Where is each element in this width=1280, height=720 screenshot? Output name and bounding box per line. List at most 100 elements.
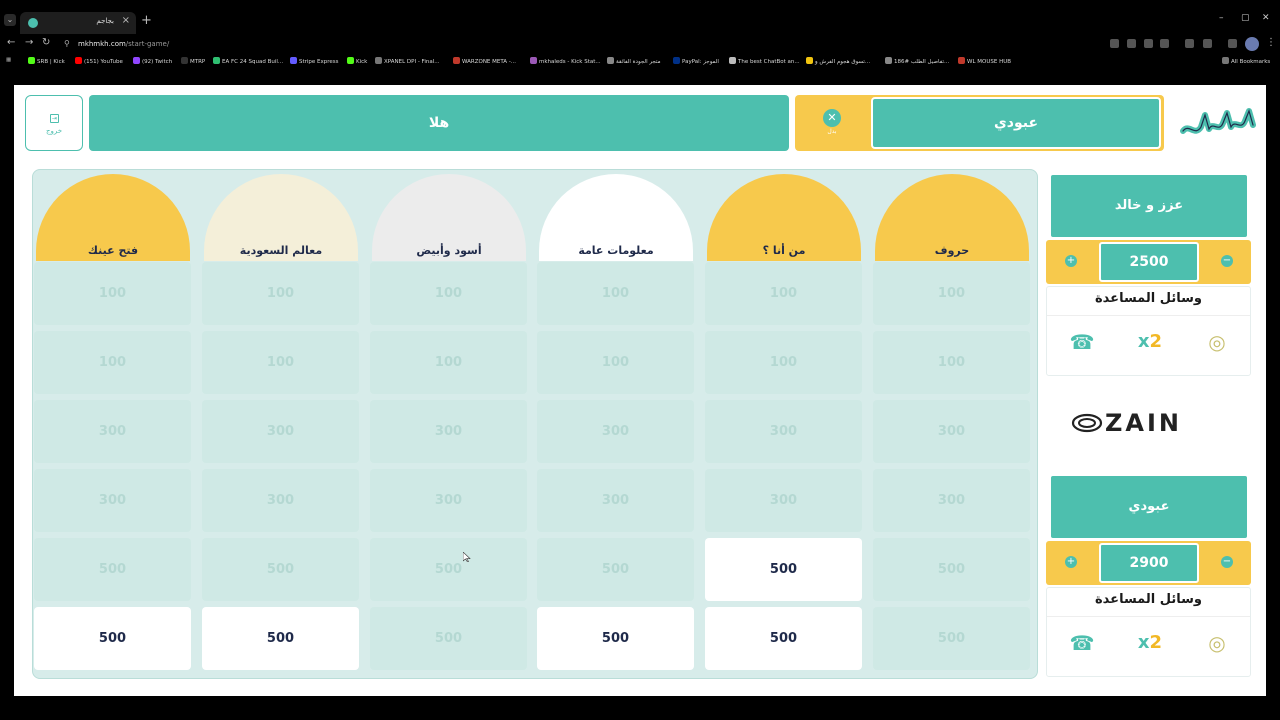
question-cell[interactable]: 500 [202, 607, 359, 670]
bookmark-link[interactable]: تفاصيل الطلب #186... [885, 57, 949, 65]
profile-avatar[interactable] [1245, 37, 1259, 51]
bookmark-favicon-icon [28, 57, 35, 64]
skip-question-icon[interactable]: ◎ [1202, 628, 1232, 658]
question-cell: 100 [34, 262, 191, 325]
url-host: mkhmkh.com [78, 40, 126, 48]
skip-question-icon[interactable]: ◎ [1202, 327, 1232, 357]
browser-menu-icon[interactable]: ⋮ [1266, 37, 1276, 48]
bookmark-favicon-icon [453, 57, 460, 64]
bookmark-favicon-icon [673, 57, 680, 64]
tab-search-icon[interactable]: ⌄ [4, 14, 16, 26]
team2-decrease-button[interactable]: − [1221, 556, 1233, 568]
tab-close-icon[interactable]: × [122, 15, 130, 26]
double-points-icon[interactable]: x2 [1135, 327, 1165, 357]
bookmark-link[interactable]: Stripe Express [290, 57, 339, 65]
bookmark-link[interactable]: (151) YouTube [75, 57, 123, 65]
question-cell: 100 [537, 331, 694, 394]
question-cell: 100 [370, 331, 527, 394]
question-cell: 500 [873, 538, 1030, 601]
extension-icon[interactable] [1110, 39, 1119, 48]
team1-increase-button[interactable]: + [1065, 255, 1077, 267]
question-cell: 300 [873, 469, 1030, 532]
team1-aids-title: وسائل المساعدة [1095, 291, 1202, 306]
question-cell: 500 [34, 538, 191, 601]
all-bookmarks-link[interactable]: All Bookmarks [1222, 57, 1270, 65]
category-title: أسود وأبيض [416, 244, 482, 257]
bookmark-favicon-icon [347, 57, 354, 64]
bookmark-link[interactable]: mkhaleds - Kick Stat... [530, 57, 601, 65]
bookmark-favicon-icon [290, 57, 297, 64]
bookmark-favicon-icon [607, 57, 614, 64]
bookmark-link[interactable]: The best ChatBot an... [729, 57, 800, 65]
bookmark-favicon-icon [729, 57, 736, 64]
team2-aids-panel: وسائل المساعدة ☎ x2 ◎ [1046, 587, 1251, 677]
bookmark-link[interactable]: SRB | Kick [28, 57, 65, 65]
question-cell: 300 [34, 400, 191, 463]
question-cell: 100 [34, 331, 191, 394]
question-cell: 500 [537, 538, 694, 601]
bookmarks-bar: ▦ All Bookmarks SRB | Kick (151) YouTube (… [0, 54, 1280, 70]
reload-icon[interactable]: ↻ [42, 37, 50, 48]
back-icon[interactable]: ← [7, 37, 15, 48]
extension-icon[interactable] [1228, 39, 1237, 48]
bookmark-link[interactable]: تسوق هجوم الفرش و... [806, 57, 870, 65]
question-cell[interactable]: 500 [34, 607, 191, 670]
bookmark-star-icon[interactable] [1160, 39, 1169, 48]
bookmark-link[interactable]: XPANEL DPI - Final... [375, 57, 439, 65]
bookmark-favicon-icon [75, 57, 82, 64]
bookmark-favicon-icon [213, 57, 220, 64]
site-info-icon[interactable]: ⚲ [64, 36, 70, 52]
question-cell[interactable]: 500 [705, 607, 862, 670]
question-cell[interactable]: 500 [705, 538, 862, 601]
zoom-icon[interactable] [1144, 39, 1153, 48]
apps-icon[interactable]: ▦ [6, 57, 11, 63]
team1-decrease-button[interactable]: − [1221, 255, 1233, 267]
browser-tab[interactable]: بجاجم × [20, 12, 136, 34]
team-left-banner: هلا [89, 95, 789, 151]
url-input[interactable]: ⚲ mkhmkh.com/start-game/ [60, 36, 1100, 52]
double-points-icon[interactable]: x2 [1135, 628, 1165, 658]
extensions-puzzle-icon[interactable] [1203, 39, 1212, 48]
mouse-cursor-icon [463, 552, 471, 562]
question-cell: 500 [370, 607, 527, 670]
call-friend-icon[interactable]: ☎ [1067, 628, 1097, 658]
new-tab-icon[interactable]: + [141, 13, 152, 28]
bookmark-link[interactable]: PayPal: الموجز [673, 57, 719, 65]
bookmark-favicon-icon [530, 57, 537, 64]
bookmark-link[interactable]: (92) Twitch [133, 57, 172, 65]
bookmark-favicon-icon [375, 57, 382, 64]
forward-icon[interactable]: → [25, 37, 33, 48]
bookmark-link[interactable]: متجر الجودة الفائقة [607, 57, 661, 65]
question-cell: 300 [537, 400, 694, 463]
extension-icon[interactable] [1185, 39, 1194, 48]
logo [1180, 108, 1256, 134]
team1-score-panel: + 2500 − [1046, 240, 1251, 284]
bookmark-link[interactable]: EA FC 24 Squad Buil... [213, 57, 283, 65]
team1-name: عزز و خالد [1051, 175, 1247, 237]
call-friend-icon[interactable]: ☎ [1067, 327, 1097, 357]
question-cell: 100 [202, 331, 359, 394]
bookmark-link[interactable]: Kick [347, 57, 367, 65]
switch-turn-icon[interactable]: ✕ [823, 109, 841, 127]
category-title: معالم السعودية [239, 244, 323, 257]
extension-icon[interactable] [1127, 39, 1136, 48]
bookmark-favicon-icon [133, 57, 140, 64]
team2-increase-button[interactable]: + [1065, 556, 1077, 568]
question-cell: 300 [202, 400, 359, 463]
bookmark-link[interactable]: WARZONE META -... [453, 57, 516, 65]
team2-score: 2900 [1099, 543, 1199, 583]
switch-turn-label: بدل [827, 128, 837, 135]
question-cell: 100 [705, 262, 862, 325]
team-right-banner: ✕ بدل عبودي [795, 95, 1164, 151]
team2-aids-title: وسائل المساعدة [1095, 592, 1202, 607]
category-title: معلومات عامة [578, 244, 654, 257]
team2-score-panel: + 2900 − [1046, 541, 1251, 585]
minimize-icon[interactable]: – [1219, 13, 1224, 23]
bookmark-link[interactable]: WL MOUSE HUB [958, 57, 1011, 65]
maximize-icon[interactable]: ▢ [1241, 13, 1250, 23]
window-close-icon[interactable]: ✕ [1262, 13, 1270, 23]
exit-button[interactable]: ⇥ خروج [25, 95, 83, 151]
question-cell[interactable]: 500 [537, 607, 694, 670]
bookmark-link[interactable]: MTRP [181, 57, 205, 65]
question-cell: 300 [370, 400, 527, 463]
